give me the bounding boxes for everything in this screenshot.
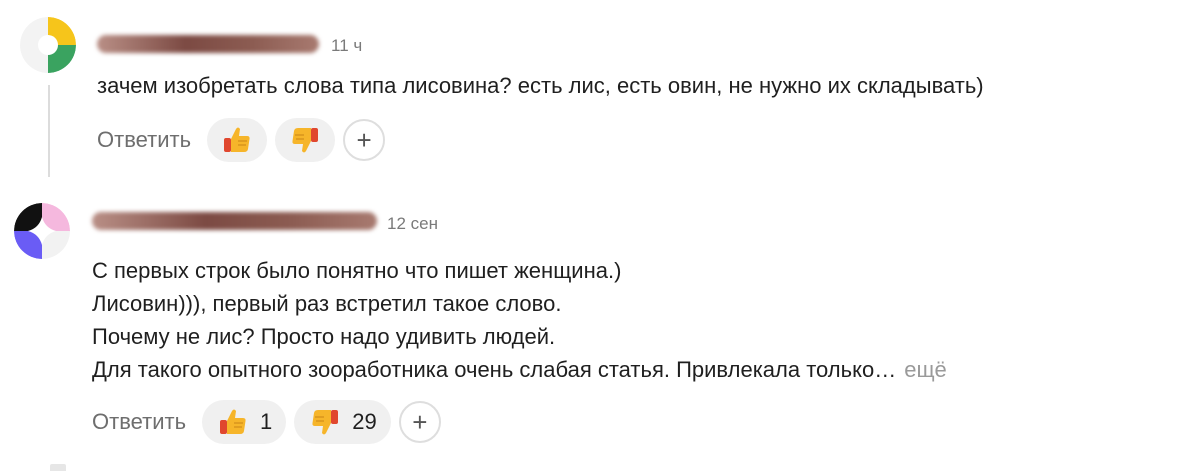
like-button[interactable]: 1 [202,400,287,444]
comment-1: 11 ч зачем изобретать слова типа лисовин… [0,0,1200,185]
thumbs-up-icon [220,409,246,434]
plus-icon: + [356,125,372,155]
comment-text-last: Для такого опытного зооработника очень с… [92,357,897,382]
comment-text-line: Для такого опытного зооработника очень с… [92,353,947,386]
comment-actions: Ответить + [97,118,386,162]
thumbs-up-icon [224,127,250,152]
add-reaction-button[interactable]: + [343,119,386,161]
thumbs-down-icon [312,410,339,435]
comment-text-line: Лисовин))), первый раз встретил такое сл… [92,291,562,316]
comment-text-line: С первых строк было понятно что пишет же… [92,258,622,283]
next-comment-fragment [50,464,66,471]
comment-2: 12 сен С первых строк было понятно что п… [0,185,1200,471]
add-reaction-button[interactable]: + [398,401,441,443]
avatar[interactable] [14,203,70,259]
like-count: 1 [260,409,273,434]
thumbs-down-icon [292,128,319,153]
avatar[interactable] [20,17,76,73]
author-name-blurred[interactable] [97,35,319,53]
comment-text-line: Почему не лис? Просто надо удивить людей… [92,324,556,349]
comment-text: зачем изобретать слова типа лисовина? ес… [97,69,984,102]
author-name-blurred[interactable] [92,212,377,230]
dislike-button[interactable] [275,118,336,162]
thread-line [48,85,50,177]
avatar-logo-icon [14,203,70,259]
show-more-link[interactable]: ещё [904,357,947,382]
plus-icon: + [412,407,428,437]
avatar-logo-icon [20,17,76,73]
comment-time: 11 ч [331,36,363,55]
comment-text: С первых строк было понятно что пишет же… [92,254,947,386]
comment-actions: Ответить 1 29 + [92,400,441,444]
dislike-button[interactable]: 29 [294,400,391,444]
comment-time: 12 сен [387,214,438,233]
reply-button[interactable]: Ответить [92,409,186,435]
like-button[interactable] [207,118,268,162]
dislike-count: 29 [352,409,377,434]
comment-text-line: зачем изобретать слова типа лисовина? ес… [97,73,984,98]
reply-button[interactable]: Ответить [97,127,191,153]
